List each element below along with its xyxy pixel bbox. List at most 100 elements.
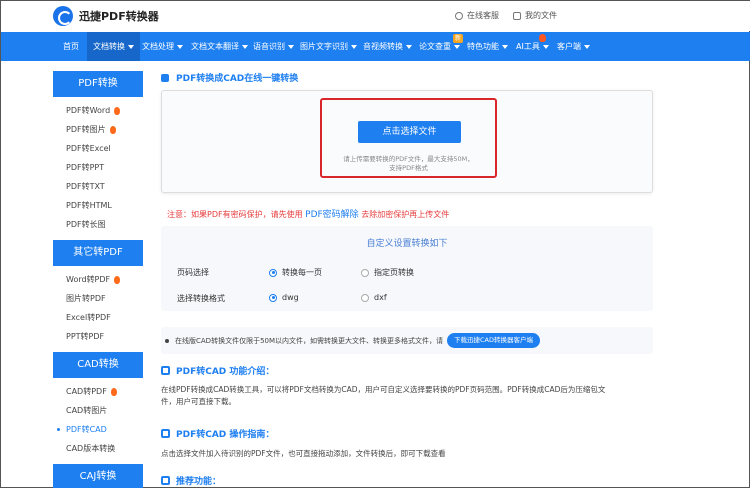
header-links: 在线客服 我的文件 <box>441 10 557 21</box>
intro-line2: 件，用户可直接下载。 <box>161 397 236 406</box>
guide-line1: 点击选择文件加入待识别的PDF文件，也可直接拖动添加，文件转换后，即可下载查看 <box>161 449 446 458</box>
select-file-button[interactable]: 点击选择文件 <box>358 121 461 143</box>
sidebar-item-pdf-to-excel[interactable]: PDF转Excel <box>53 139 143 158</box>
nav-ai-tools-label: AI工具 <box>516 42 540 51</box>
main-nav: 首页 文档转换 文档处理 文档文本翻译 语音识别 图片文字识别 音视频转换 论文… <box>1 32 750 61</box>
bullet-icon <box>165 338 169 343</box>
upload-highlight: 点击选择文件 请上传需要转换的PDF文件，最大支持50M， 支持PDF格式 <box>320 98 497 178</box>
chevron-down-icon <box>454 44 460 49</box>
sidebar-item-pdf-to-txt[interactable]: PDF转TXT <box>53 177 143 196</box>
chevron-down-icon <box>351 44 357 49</box>
nav-features[interactable]: 特色功能 <box>467 32 508 61</box>
customer-service-link[interactable]: 在线客服 <box>455 10 499 21</box>
radio-format-dxf[interactable]: dxf <box>361 293 387 302</box>
new-badge: 新 <box>453 34 463 43</box>
nav-translate[interactable]: 文档文本翻译 <box>191 32 248 61</box>
nav-av-convert[interactable]: 音视频转换 <box>363 32 412 61</box>
nav-document-process-label: 文档处理 <box>142 42 174 51</box>
nav-ocr-label: 图片文字识别 <box>300 42 348 51</box>
guide-icon <box>161 429 170 438</box>
nav-translate-label: 文档文本翻译 <box>191 42 239 51</box>
sidebar-item-label: PDF转CAD <box>66 425 107 434</box>
recommend-section-title: 推荐功能： <box>161 474 221 487</box>
download-client-button[interactable]: 下载迅捷CAD转换器客户端 <box>447 333 541 348</box>
sidebar-group-cad-convert: CAD转换 <box>53 352 143 378</box>
top-header: 迅捷PDF转换器 在线客服 我的文件 <box>1 1 750 31</box>
nav-client[interactable]: 客户端 <box>557 32 590 61</box>
sidebar-item-pdf-to-html[interactable]: PDF转HTML <box>53 196 143 215</box>
upload-dropzone[interactable]: 点击选择文件 请上传需要转换的PDF文件，最大支持50M， 支持PDF格式 <box>161 90 653 193</box>
sidebar-group-pdf-convert: PDF转换 <box>53 71 143 97</box>
limit-text: 在线版CAD转换文件仅限于50M以内文件，如需转换更大文件、转换更多格式文件，请 <box>175 336 444 345</box>
chevron-down-icon <box>502 44 508 49</box>
sidebar-item-pdf-to-cad[interactable]: PDF转CAD <box>53 420 143 439</box>
page-title-text: PDF转换成CAD在线一键转换 <box>176 74 299 84</box>
chevron-down-icon <box>288 44 294 49</box>
radio-convert-every-page[interactable]: 转换每一页 <box>269 267 322 278</box>
sidebar-item-pdf-to-long-image[interactable]: PDF转长图 <box>53 215 143 234</box>
chevron-down-icon <box>584 44 590 49</box>
sidebar-group-caj-convert: CAJ转换 <box>53 464 143 488</box>
sidebar-item-label: Word转PDF <box>66 275 111 284</box>
nav-ocr[interactable]: 图片文字识别 <box>300 32 357 61</box>
guide-paragraph: 点击选择文件加入待识别的PDF文件，也可直接拖动添加，文件转换后，即可下载查看 <box>161 448 671 460</box>
sidebar-item-word-to-pdf[interactable]: Word转PDF <box>53 270 143 289</box>
radio-label: 转换每一页 <box>282 268 322 277</box>
sidebar-item-label: PDF转Excel <box>66 144 111 153</box>
sidebar-item-label: PDF转TXT <box>66 182 105 191</box>
recommend-icon <box>161 476 170 485</box>
pdf-unlock-link[interactable]: PDF密码解除 <box>305 210 359 220</box>
sidebar-item-cad-to-image[interactable]: CAD转图片 <box>53 401 143 420</box>
nav-speech-label: 语音识别 <box>253 42 285 51</box>
logo-icon <box>53 6 73 26</box>
radio-format-dwg[interactable]: dwg <box>269 293 299 302</box>
hot-flame-icon <box>109 125 116 134</box>
hot-flame-icon <box>110 387 117 396</box>
nav-speech[interactable]: 语音识别 <box>253 32 294 61</box>
chevron-down-icon <box>542 44 549 49</box>
nav-home[interactable]: 首页 <box>63 32 79 61</box>
page-title: PDF转换成CAD在线一键转换 <box>161 71 653 84</box>
sidebar-item-label: CAD版本转换 <box>66 444 116 453</box>
hot-flame-icon <box>114 106 121 115</box>
hot-flame-icon <box>114 275 121 284</box>
sidebar-item-label: CAD转图片 <box>66 406 108 415</box>
sidebar-item-label: PPT转PDF <box>66 332 105 341</box>
guide-title-text: PDF转CAD 操作指南： <box>176 430 275 440</box>
sidebar-item-ppt-to-pdf[interactable]: PPT转PDF <box>53 327 143 346</box>
radio-selected-icon <box>269 293 277 302</box>
radio-selected-icon <box>269 268 277 277</box>
sidebar-item-label: PDF转Word <box>66 106 111 115</box>
chevron-down-icon <box>177 44 183 49</box>
password-notice: 注意：如果PDF有密码保护，请先使用 PDF密码解除 去除加密保护再上传文件 <box>167 207 449 220</box>
nav-document-process[interactable]: 文档处理 <box>142 32 183 61</box>
chevron-down-icon <box>242 44 248 49</box>
my-files-link[interactable]: 我的文件 <box>513 10 557 21</box>
sidebar-item-excel-to-pdf[interactable]: Excel转PDF <box>53 308 143 327</box>
settings-title: 自定义设置转换如下 <box>366 239 448 249</box>
intro-section-title: PDF转CAD 功能介绍： <box>161 364 274 377</box>
nav-client-label: 客户端 <box>557 42 581 51</box>
sidebar-item-label: 图片转PDF <box>66 294 106 303</box>
radio-specific-pages[interactable]: 指定页转换 <box>361 267 414 278</box>
sidebar-item-cad-to-pdf[interactable]: CAD转PDF <box>53 382 143 401</box>
customer-service-label: 在线客服 <box>467 11 499 20</box>
sidebar-item-pdf-to-image[interactable]: PDF转图片 <box>53 120 143 139</box>
page-select-label: 页码选择 <box>177 268 209 277</box>
guide-section-title: PDF转CAD 操作指南： <box>161 427 274 440</box>
upload-hint: 请上传需要转换的PDF文件，最大支持50M， 支持PDF格式 <box>322 155 495 173</box>
upload-hint-line2: 支持PDF格式 <box>389 164 428 172</box>
my-files-label: 我的文件 <box>525 11 557 20</box>
sidebar-item-cad-version[interactable]: CAD版本转换 <box>53 439 143 458</box>
nav-document-convert[interactable]: 文档转换 <box>87 32 140 61</box>
chevron-down-icon <box>406 44 412 49</box>
hot-flame-icon <box>539 34 546 42</box>
sidebar-item-pdf-to-word[interactable]: PDF转Word <box>53 101 143 120</box>
sidebar-item-image-to-pdf[interactable]: 图片转PDF <box>53 289 143 308</box>
brand-logo[interactable]: 迅捷PDF转换器 <box>53 6 159 26</box>
size-limit-notice: 在线版CAD转换文件仅限于50M以内文件，如需转换更大文件、转换更多格式文件，请… <box>161 327 653 354</box>
brand-name: 迅捷PDF转换器 <box>79 10 159 23</box>
sidebar-item-label: PDF转PPT <box>66 163 105 172</box>
intro-paragraph: 在线PDF转换成CAD转换工具，可以将PDF文档转换为CAD，用户可自定义选择要… <box>161 384 671 408</box>
sidebar-item-pdf-to-ppt[interactable]: PDF转PPT <box>53 158 143 177</box>
